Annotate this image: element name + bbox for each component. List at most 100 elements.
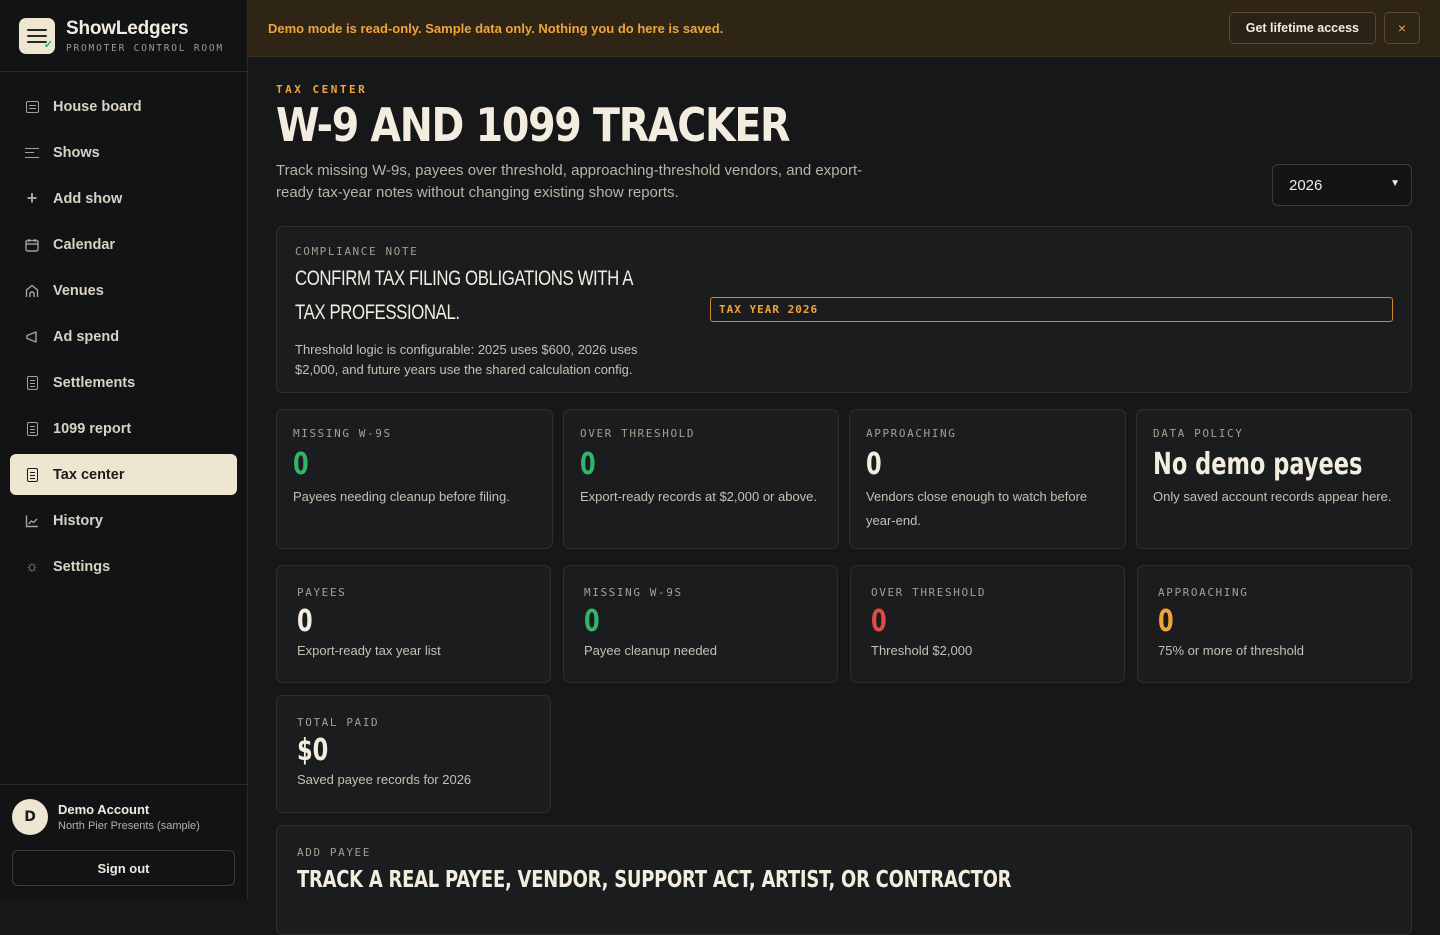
stat-value: 0: [584, 604, 600, 639]
sidebar-item-tax-center[interactable]: Tax center: [10, 454, 237, 495]
page-description: Track missing W-9s, payees over threshol…: [276, 162, 863, 201]
sidebar-item-history[interactable]: History: [10, 500, 237, 541]
stat-card-over-threshold: OVER THRESHOLD 0 Threshold $2,000: [850, 565, 1125, 683]
total-paid-label: TOTAL PAID: [297, 716, 380, 729]
summary-description: Only saved account records appear here.: [1153, 489, 1392, 504]
sidebar-item-label: Settlements: [53, 374, 136, 391]
sidebar-item-label: Venues: [53, 282, 104, 299]
close-icon: ×: [1397, 20, 1407, 36]
stat-card-missing-w9: MISSING W-9S 0 Payee cleanup needed: [563, 565, 838, 683]
total-paid-description: Saved payee records for 2026: [297, 772, 472, 787]
calendar-icon: [24, 237, 40, 253]
sidebar-item-label: House board: [53, 98, 142, 115]
brand-name: ShowLedgers: [66, 17, 189, 39]
chart-icon: [24, 513, 40, 529]
megaphone-icon: [24, 329, 40, 345]
document-icon: [24, 421, 40, 437]
compliance-description: Threshold logic is configurable: 2025 us…: [295, 342, 638, 377]
sidebar-item-label: Add show: [53, 190, 123, 207]
summary-card-over-threshold: OVER THRESHOLD 0 Export-ready records at…: [563, 409, 839, 549]
sidebar-item-label: Settings: [53, 558, 111, 575]
main-content: TAX CENTER W-9 AND 1099 TRACKER Track mi…: [276, 57, 1412, 935]
sign-out-button[interactable]: Sign out: [12, 850, 235, 886]
venue-icon: [24, 283, 40, 299]
house-board-icon: [24, 99, 40, 115]
sidebar-footer: D Demo Account North Pier Presents (samp…: [0, 784, 247, 900]
compliance-note-card: COMPLIANCE NOTE CONFIRM TAX FILING OBLIG…: [276, 226, 1412, 393]
sidebar-item-venues[interactable]: Venues: [10, 270, 237, 311]
stat-value: 0: [871, 604, 887, 639]
demo-banner: Demo mode is read-only. Sample data only…: [248, 0, 1440, 57]
summary-label: OVER THRESHOLD: [580, 427, 696, 440]
sidebar-item-label: Tax center: [53, 466, 125, 483]
stat-card-payees: PAYEES 0 Export-ready tax year list: [276, 565, 551, 683]
brand-subtitle: PROMOTER CONTROL ROOM: [66, 42, 224, 54]
stat-value: 0: [297, 604, 313, 639]
tax-year-badge: TAX YEAR 2026: [710, 297, 1393, 322]
summary-value: 0: [293, 447, 309, 482]
stat-description: 75% or more of threshold: [1158, 643, 1304, 658]
add-payee-card: ADD PAYEE TRACK A REAL PAYEE, VENDOR, SU…: [276, 825, 1412, 935]
sidebar-item-house-board[interactable]: House board: [10, 86, 237, 127]
sidebar-item-label: Shows: [53, 144, 100, 161]
stat-label: MISSING W-9S: [584, 586, 683, 599]
stat-description: Export-ready tax year list: [297, 643, 441, 658]
plus-icon: +: [26, 188, 38, 208]
stat-label: PAYEES: [297, 586, 347, 599]
gear-icon: ☼: [25, 558, 39, 575]
stat-label: APPROACHING: [1158, 586, 1249, 599]
sidebar-nav: House board Shows + Add show Calendar Ve…: [0, 72, 247, 587]
summary-description: Vendors close enough to watch before yea…: [866, 489, 1088, 528]
sidebar-item-settings[interactable]: ☼ Settings: [10, 546, 237, 587]
account-name: Demo Account: [58, 802, 150, 817]
summary-label: APPROACHING: [866, 427, 957, 440]
summary-description: Payees needing cleanup before filing.: [293, 489, 510, 504]
add-payee-label: ADD PAYEE: [297, 846, 372, 859]
add-payee-title: TRACK A REAL PAYEE, VENDOR, SUPPORT ACT,…: [297, 867, 1012, 893]
stat-card-approaching: APPROACHING 0 75% or more of threshold: [1137, 565, 1412, 683]
sidebar-item-label: History: [53, 512, 103, 529]
tax-year-select[interactable]: 2026 ▼: [1272, 164, 1412, 206]
ledger-logo-icon: ✓: [19, 17, 55, 54]
account-org: North Pier Presents (sample): [58, 820, 200, 832]
sidebar: ✓ ShowLedgers PROMOTER CONTROL ROOM Hous…: [0, 0, 248, 900]
sidebar-item-add-show[interactable]: + Add show: [10, 178, 237, 219]
sidebar-item-settlements[interactable]: Settlements: [10, 362, 237, 403]
page-title: W-9 AND 1099 TRACKER: [276, 98, 791, 152]
sidebar-item-calendar[interactable]: Calendar: [10, 224, 237, 265]
total-paid-card: TOTAL PAID $0 Saved payee records for 20…: [276, 695, 551, 813]
stat-description: Payee cleanup needed: [584, 643, 718, 658]
compliance-label: COMPLIANCE NOTE: [295, 245, 419, 258]
demo-banner-text: Demo mode is read-only. Sample data only…: [268, 20, 724, 36]
compliance-title: CONFIRM TAX FILING OBLIGATIONS WITH A TA…: [295, 267, 633, 324]
stat-value: 0: [1158, 604, 1174, 639]
sidebar-item-ad-spend[interactable]: Ad spend: [10, 316, 237, 357]
sidebar-item-1099-report[interactable]: 1099 report: [10, 408, 237, 449]
summary-card-missing-w9: MISSING W-9S 0 Payees needing cleanup be…: [276, 409, 553, 549]
avatar: D: [12, 799, 48, 835]
summary-card-data-policy: DATA POLICY No demo payees Only saved ac…: [1136, 409, 1412, 549]
summary-value: 0: [580, 447, 596, 482]
sidebar-item-label: 1099 report: [53, 420, 132, 437]
summary-value: No demo payees: [1153, 447, 1363, 482]
summary-value: 0: [866, 447, 882, 482]
document-icon: [24, 375, 40, 391]
close-banner-button[interactable]: ×: [1384, 12, 1420, 44]
summary-description: Export-ready records at $2,000 or above.: [580, 489, 818, 504]
get-lifetime-access-button[interactable]: Get lifetime access: [1228, 12, 1376, 44]
sidebar-item-shows[interactable]: Shows: [10, 132, 237, 173]
tax-year-value: 2026: [1289, 176, 1323, 194]
total-paid-value: $0: [297, 733, 329, 768]
sidebar-item-label: Calendar: [53, 236, 116, 253]
stat-label: OVER THRESHOLD: [871, 586, 987, 599]
sidebar-item-label: Ad spend: [53, 328, 120, 345]
list-icon: [24, 145, 40, 161]
summary-label: DATA POLICY: [1153, 427, 1244, 440]
chevron-down-icon: ▼: [1390, 178, 1400, 189]
summary-card-approaching: APPROACHING 0 Vendors close enough to wa…: [849, 409, 1126, 549]
document-icon: [24, 467, 40, 483]
stat-description: Threshold $2,000: [871, 643, 973, 658]
summary-label: MISSING W-9S: [293, 427, 392, 440]
brand[interactable]: ✓ ShowLedgers PROMOTER CONTROL ROOM: [0, 0, 247, 72]
account-summary: D Demo Account North Pier Presents (samp…: [12, 799, 235, 835]
